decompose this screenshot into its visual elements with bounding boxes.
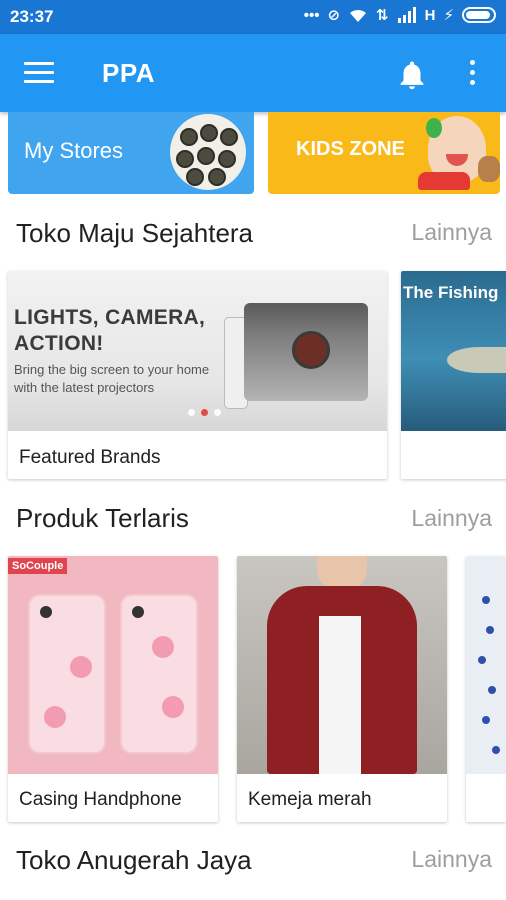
fish-image	[447, 347, 506, 373]
section-title-produk-terlaris: Produk Terlaris	[16, 503, 189, 533]
sync-off-icon: ⊘	[327, 7, 341, 24]
notification-bell-icon[interactable]	[395, 58, 429, 92]
product-card-jewelry[interactable]	[466, 556, 506, 822]
data-transfer-icon: ⇅	[376, 7, 389, 24]
status-bar: 23:37 ••• ⊘ ⇅ H ⚡	[0, 0, 506, 34]
battery-icon	[462, 7, 496, 23]
fishing-card[interactable]: The Fishing	[401, 271, 506, 479]
fishing-title: The Fishing	[403, 283, 499, 302]
brand-badge: SoCouple	[8, 558, 68, 574]
my-stores-label: My Stores	[24, 138, 124, 163]
wifi-icon	[350, 9, 367, 22]
banner-headline: LIGHTS, CAMERA, ACTION!	[14, 306, 206, 355]
red-shirt-image	[237, 556, 447, 774]
more-link-toko-maju[interactable]: Lainnya	[411, 219, 492, 246]
banner-subline: Bring the big screen to your home with t…	[14, 362, 210, 395]
teddy-bear-image	[478, 156, 500, 182]
product-card-kemeja[interactable]: Kemeja merah	[237, 556, 447, 822]
app-bar: PPA	[0, 34, 506, 112]
phone-case-left	[28, 594, 106, 754]
dots-icon: •••	[303, 6, 320, 24]
coins-image	[170, 114, 246, 190]
card-label: Featured Brands	[19, 447, 161, 468]
network-type-label: H	[424, 6, 436, 24]
my-stores-tile[interactable]: My Stores	[8, 112, 254, 194]
phone-case-image: SoCouple	[8, 556, 218, 774]
jewelry-image	[466, 556, 506, 774]
charging-icon: ⚡	[443, 7, 454, 24]
toy-car-image	[418, 172, 470, 190]
product-label: Casing Handphone	[19, 789, 182, 810]
projector-banner: LIGHTS, CAMERA, ACTION! Bring the big sc…	[8, 271, 387, 431]
menu-icon[interactable]	[24, 62, 54, 84]
balloon-image	[426, 118, 442, 138]
product-label: Kemeja merah	[248, 789, 372, 810]
app-title: PPA	[102, 58, 156, 88]
fishing-banner: The Fishing	[401, 271, 506, 431]
more-link-toko-anugerah[interactable]: Lainnya	[411, 846, 492, 873]
signal-icon	[397, 7, 416, 23]
more-link-produk-terlaris[interactable]: Lainnya	[411, 505, 492, 532]
section-title-toko-anugerah: Toko Anugerah Jaya	[16, 845, 252, 875]
phone-case-right	[120, 594, 198, 754]
status-time: 23:37	[10, 7, 54, 26]
product-card-casing[interactable]: SoCouple Casing Handphone	[8, 556, 218, 822]
carousel-dots	[188, 409, 221, 416]
projector-image	[244, 303, 368, 401]
kids-zone-tile[interactable]: KIDS ZONE	[268, 112, 500, 194]
status-icons: ••• ⊘ ⇅ H ⚡	[304, 6, 496, 24]
section-title-toko-maju: Toko Maju Sejahtera	[16, 218, 254, 248]
kids-zone-label: KIDS ZONE	[296, 138, 405, 160]
more-vert-icon[interactable]	[466, 60, 478, 90]
featured-brands-card[interactable]: LIGHTS, CAMERA, ACTION! Bring the big sc…	[8, 271, 387, 479]
